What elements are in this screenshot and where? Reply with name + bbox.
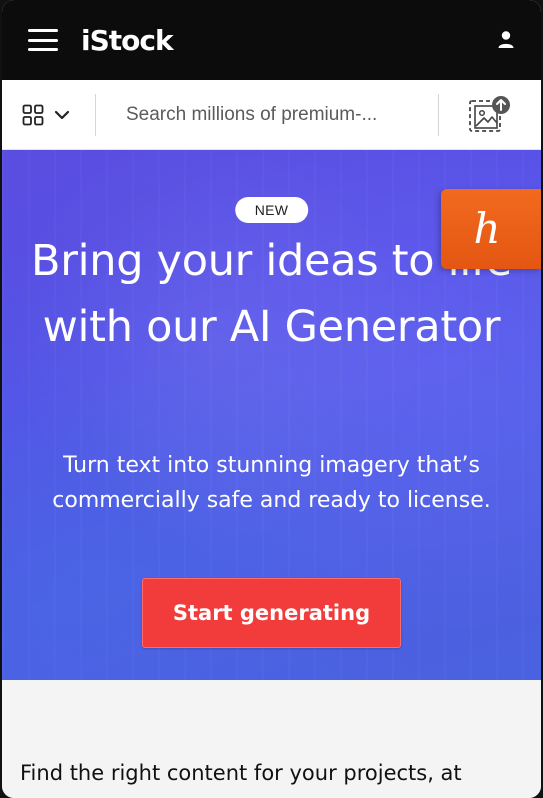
user-icon[interactable]: [495, 29, 517, 51]
visual-search-button[interactable]: [438, 93, 541, 136]
hero-subtitle: Turn text into stunning imagery that’s c…: [52, 453, 491, 513]
section-heading: Find the right content for your projects…: [20, 761, 462, 785]
start-generating-button[interactable]: Start generating: [142, 578, 401, 648]
image-upload-icon: [469, 95, 510, 132]
new-badge: NEW: [234, 197, 309, 223]
top-nav: iStock: [2, 0, 541, 80]
honey-extension-tab[interactable]: h: [441, 189, 541, 269]
honey-extension-icon: h: [473, 204, 501, 253]
asset-type-select[interactable]: [2, 93, 96, 136]
chevron-down-icon: [54, 110, 70, 119]
search-bar: [2, 80, 541, 150]
logo[interactable]: iStock: [81, 24, 174, 57]
hamburger-menu-icon[interactable]: [28, 29, 58, 51]
search-input[interactable]: [96, 93, 438, 136]
grid-icon: [22, 104, 44, 125]
page: iStock Search millions of premium-... NE…: [2, 0, 541, 798]
content-intro-section: Find the right content for your projects…: [2, 680, 541, 798]
